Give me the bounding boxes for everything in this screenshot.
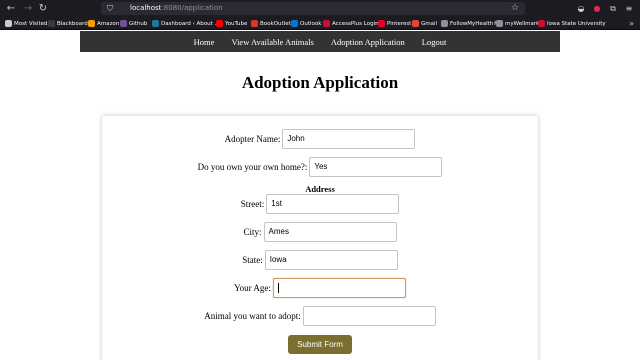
gmail-icon <box>412 20 419 27</box>
reload-icon[interactable]: ↻ <box>36 2 50 15</box>
adopter-name-input[interactable]: John <box>282 129 416 149</box>
bookmark-item[interactable]: Outlook <box>291 17 321 30</box>
adopter-name-row: Adopter Name: John <box>102 129 538 149</box>
age-input[interactable] <box>272 278 406 298</box>
bookmark-label: YouTube <box>225 20 248 27</box>
bookmark-label: Amazon <box>97 20 120 27</box>
nav-application-link[interactable]: Adoption Application <box>331 37 405 47</box>
address-heading: Address <box>305 184 335 194</box>
bookmark-item[interactable]: AccessPlus Login <box>323 17 379 30</box>
url-path: :8080/application <box>161 4 223 12</box>
globe-icon <box>496 20 503 27</box>
url-text: localhost:8080/application <box>130 2 223 15</box>
city-input[interactable]: Ames <box>263 222 397 242</box>
browser-toolbar: ← → ↻ ⛉ localhost:8080/application ☆ ◒ ●… <box>0 0 640 17</box>
street-row: Street: 1st <box>102 194 538 214</box>
city-row: City: Ames <box>102 222 538 242</box>
nav-animals-link[interactable]: View Available Animals <box>231 37 313 47</box>
age-label: Your Age: <box>234 283 271 293</box>
bookmark-label: Dashboard ‹ About ... <box>161 20 220 27</box>
bookmark-label: Outlook <box>300 20 322 27</box>
address-bar[interactable]: ⛉ localhost:8080/application ☆ <box>101 2 525 15</box>
youtube-icon <box>216 20 223 27</box>
menu-icon[interactable]: ≡ <box>623 2 635 15</box>
bookmark-item[interactable]: Gmail <box>412 17 437 30</box>
application-form: Adopter Name: John Do you own your own h… <box>102 116 538 360</box>
submit-form-button[interactable]: Submit Form <box>288 335 352 354</box>
bookmark-label: BookOutlet <box>260 20 291 27</box>
bookmark-item[interactable]: Blackboard <box>48 17 88 30</box>
chevron-right-icon[interactable]: » <box>629 17 634 30</box>
nav-logout-link[interactable]: Logout <box>422 37 447 47</box>
city-label: City: <box>243 227 262 237</box>
street-label: Street: <box>240 199 265 209</box>
url-host: localhost <box>130 4 162 12</box>
bookmark-item[interactable]: Amazon <box>88 17 119 30</box>
isu-icon <box>538 20 545 27</box>
bookmark-star-icon[interactable]: ☆ <box>511 2 519 15</box>
bookmark-item[interactable]: Github <box>120 17 147 30</box>
bookmark-label: myWellmark <box>505 20 540 27</box>
bookmark-label: Pinterest <box>387 20 412 27</box>
extensions-puzzle-icon[interactable]: ⧉ <box>607 2 619 15</box>
bookmarks-bar: » Most Visited Blackboard Amazon Github Dash… <box>0 17 640 30</box>
blackboard-icon <box>48 20 55 27</box>
back-arrow-icon[interactable]: ← <box>4 2 18 15</box>
bookoutlet-icon <box>251 20 258 27</box>
text-caret <box>277 282 279 293</box>
bookmark-label: Blackboard <box>57 20 88 27</box>
own-home-row: Do you own your own home?: Yes <box>102 157 538 177</box>
bookmark-item[interactable]: FollowMyHealth® <box>441 17 499 30</box>
outlook-icon <box>291 20 298 27</box>
bookmark-label: Gmail <box>421 20 438 27</box>
bookmark-item[interactable]: Pinterest <box>378 17 411 30</box>
bookmark-label: AccessPlus Login <box>332 20 379 27</box>
bookmark-item[interactable]: YouTube <box>216 17 247 30</box>
state-label: State: <box>242 255 263 265</box>
amazon-icon <box>88 20 95 27</box>
adopter-name-label: Adopter Name: <box>224 134 281 144</box>
bookmark-item[interactable]: myWellmark <box>496 17 539 30</box>
gear-icon <box>5 20 12 27</box>
bookmark-item[interactable]: Iowa State University <box>538 17 606 30</box>
age-row: Your Age: <box>102 278 538 298</box>
bookmark-item[interactable]: BookOutlet <box>251 17 291 30</box>
animal-row: Animal you want to adopt: <box>102 306 538 326</box>
bookmark-label: Github <box>129 20 148 27</box>
wordpress-icon <box>152 20 159 27</box>
bookmark-label: Most Visited <box>14 20 48 27</box>
site-nav: Home View Available Animals Adoption App… <box>80 31 560 52</box>
animal-input[interactable] <box>302 306 436 326</box>
extension-icon[interactable]: ● <box>591 2 603 15</box>
bookmark-label: FollowMyHealth® <box>450 20 499 27</box>
accessplus-icon <box>323 20 330 27</box>
page-title: Adoption Application <box>241 73 399 92</box>
street-input[interactable]: 1st <box>266 194 400 214</box>
github-icon <box>120 20 127 27</box>
state-input[interactable]: Iowa <box>264 250 398 270</box>
animal-label: Animal you want to adopt: <box>204 311 301 321</box>
pocket-icon[interactable]: ◒ <box>575 2 587 15</box>
bookmark-item[interactable]: Most Visited <box>5 17 47 30</box>
own-home-label: Do you own your own home?: <box>197 162 308 172</box>
nav-home-link[interactable]: Home <box>194 37 215 47</box>
bookmark-item[interactable]: Dashboard ‹ About ... <box>152 17 220 30</box>
bookmark-label: Iowa State University <box>547 20 606 27</box>
pinterest-icon <box>378 20 385 27</box>
state-row: State: Iowa <box>102 250 538 270</box>
globe-icon <box>441 20 448 27</box>
shield-icon: ⛉ <box>107 4 113 13</box>
forward-arrow-icon[interactable]: → <box>21 2 35 15</box>
own-home-input[interactable]: Yes <box>309 157 443 177</box>
